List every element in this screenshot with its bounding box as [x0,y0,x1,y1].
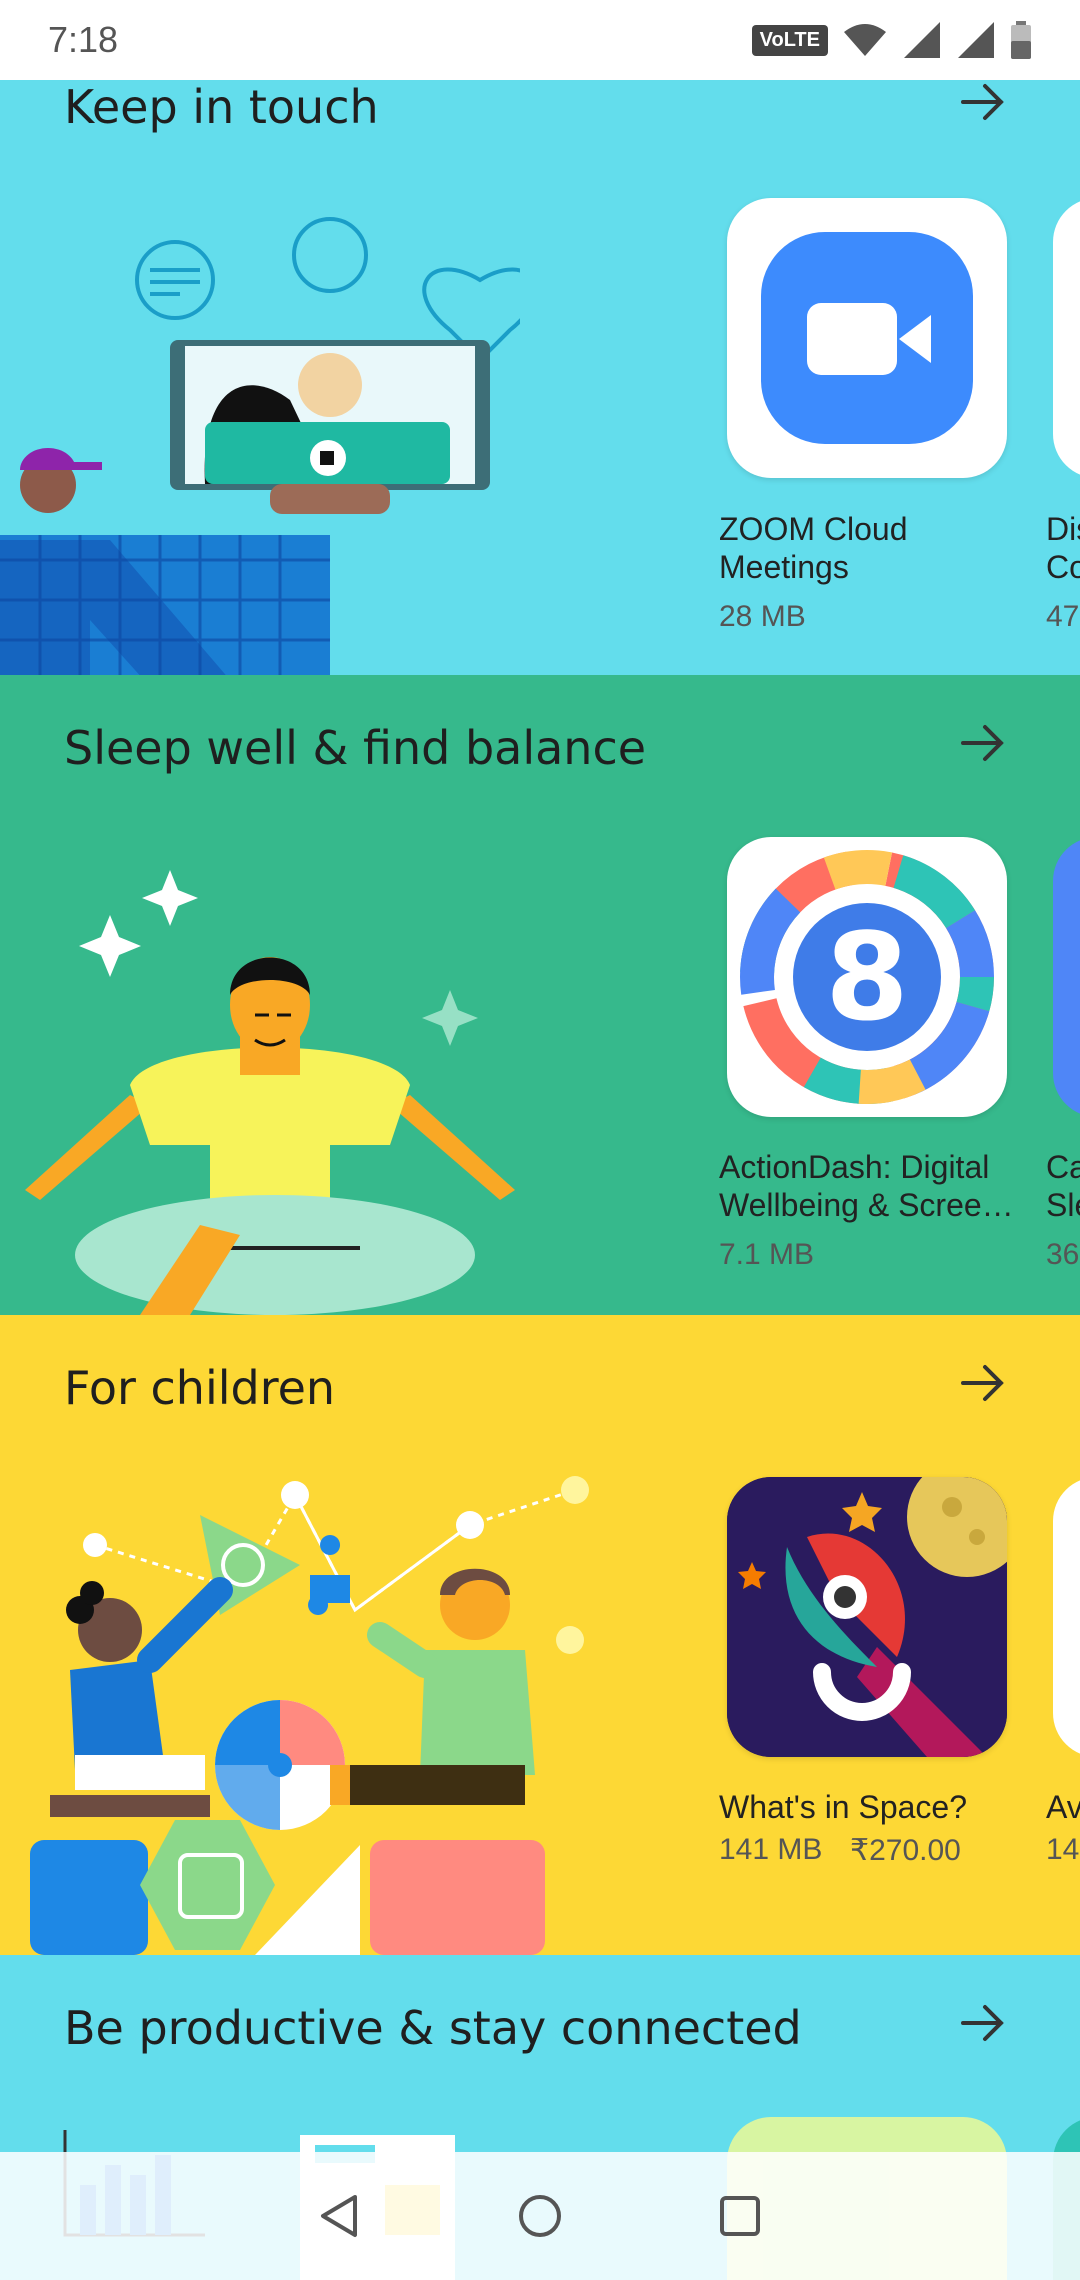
actiondash-icon: 8 [740,850,994,1104]
section-title: Keep in touch [64,80,379,134]
app-name-line2[interactable]: Wellbeing & Screen… [719,1186,1019,1224]
arrow-right-icon[interactable] [955,1355,1011,1411]
section-title: Be productive & stay connected [64,2001,802,2055]
app-name[interactable]: ActionDash: Digital [719,1148,1019,1186]
video-camera-icon [807,303,931,375]
peek-app-size: 14 [1046,1833,1080,1866]
arrow-right-icon[interactable] [955,80,1011,130]
home-icon[interactable] [515,2191,565,2241]
status-time: 7:18 [48,19,119,60]
navigation-bar [0,2152,1080,2280]
app-icon-actiondash[interactable]: 8 [727,837,1007,1117]
svg-text:8: 8 [825,909,909,1048]
app-name[interactable]: ZOOM Cloud [719,510,1019,548]
arrow-right-icon[interactable] [955,1995,1011,2051]
app-size: 28 MB [719,600,806,633]
app-size: 141 MB [719,1833,823,1866]
peek-app-name-line2[interactable]: Co [1046,548,1080,586]
app-name[interactable]: What's in Space? [719,1788,1019,1826]
signal-icon [904,22,940,58]
status-icons: VoLTE [751,20,1032,60]
app-size: 7.1 MB [719,1238,815,1271]
recents-icon[interactable] [715,2191,765,2241]
rocket-icon [727,1477,1007,1757]
peek-app-name[interactable]: Av [1046,1788,1080,1826]
peek-app-name-line2[interactable]: Sle [1046,1186,1080,1224]
section-title: For children [64,1361,336,1415]
peek-app-size: 47 [1046,600,1080,633]
status-bar: 7:18 VoLTE [0,0,1080,80]
video-call-illustration [0,217,520,720]
app-icon-peek[interactable] [1053,837,1080,1117]
app-name-line2[interactable]: Meetings [719,548,1019,586]
peek-app-name[interactable]: Ca [1046,1148,1080,1186]
signal-icon [958,22,994,58]
app-price: ₹270.00 [850,1834,961,1867]
children-play-illustration [30,1476,589,1955]
app-icon-peek[interactable] [1053,1477,1080,1757]
section-sleep-well[interactable]: Sleep well & find balance 8 ActionDash: … [0,675,1080,1315]
app-icon-zoom[interactable] [727,198,1007,478]
app-icon-whats-in-space[interactable] [727,1477,1007,1757]
section-keep-in-touch[interactable]: Keep in touch ZOOM Cloud Meetings 28 MB … [0,80,1080,720]
volte-icon: VoLTE [751,24,828,56]
battery-icon [1011,21,1031,59]
meditation-illustration [25,870,515,1315]
section-for-children[interactable]: For children What's in Space? 141 MB ₹27… [0,1315,1080,1955]
back-icon[interactable] [315,2191,365,2241]
arrow-right-icon[interactable] [955,715,1011,771]
section-title: Sleep well & find balance [64,721,647,775]
peek-app-name[interactable]: Dis [1046,510,1080,548]
wifi-icon [844,24,886,56]
app-icon-peek[interactable] [1053,198,1080,478]
peek-app-size: 36 [1046,1238,1080,1271]
